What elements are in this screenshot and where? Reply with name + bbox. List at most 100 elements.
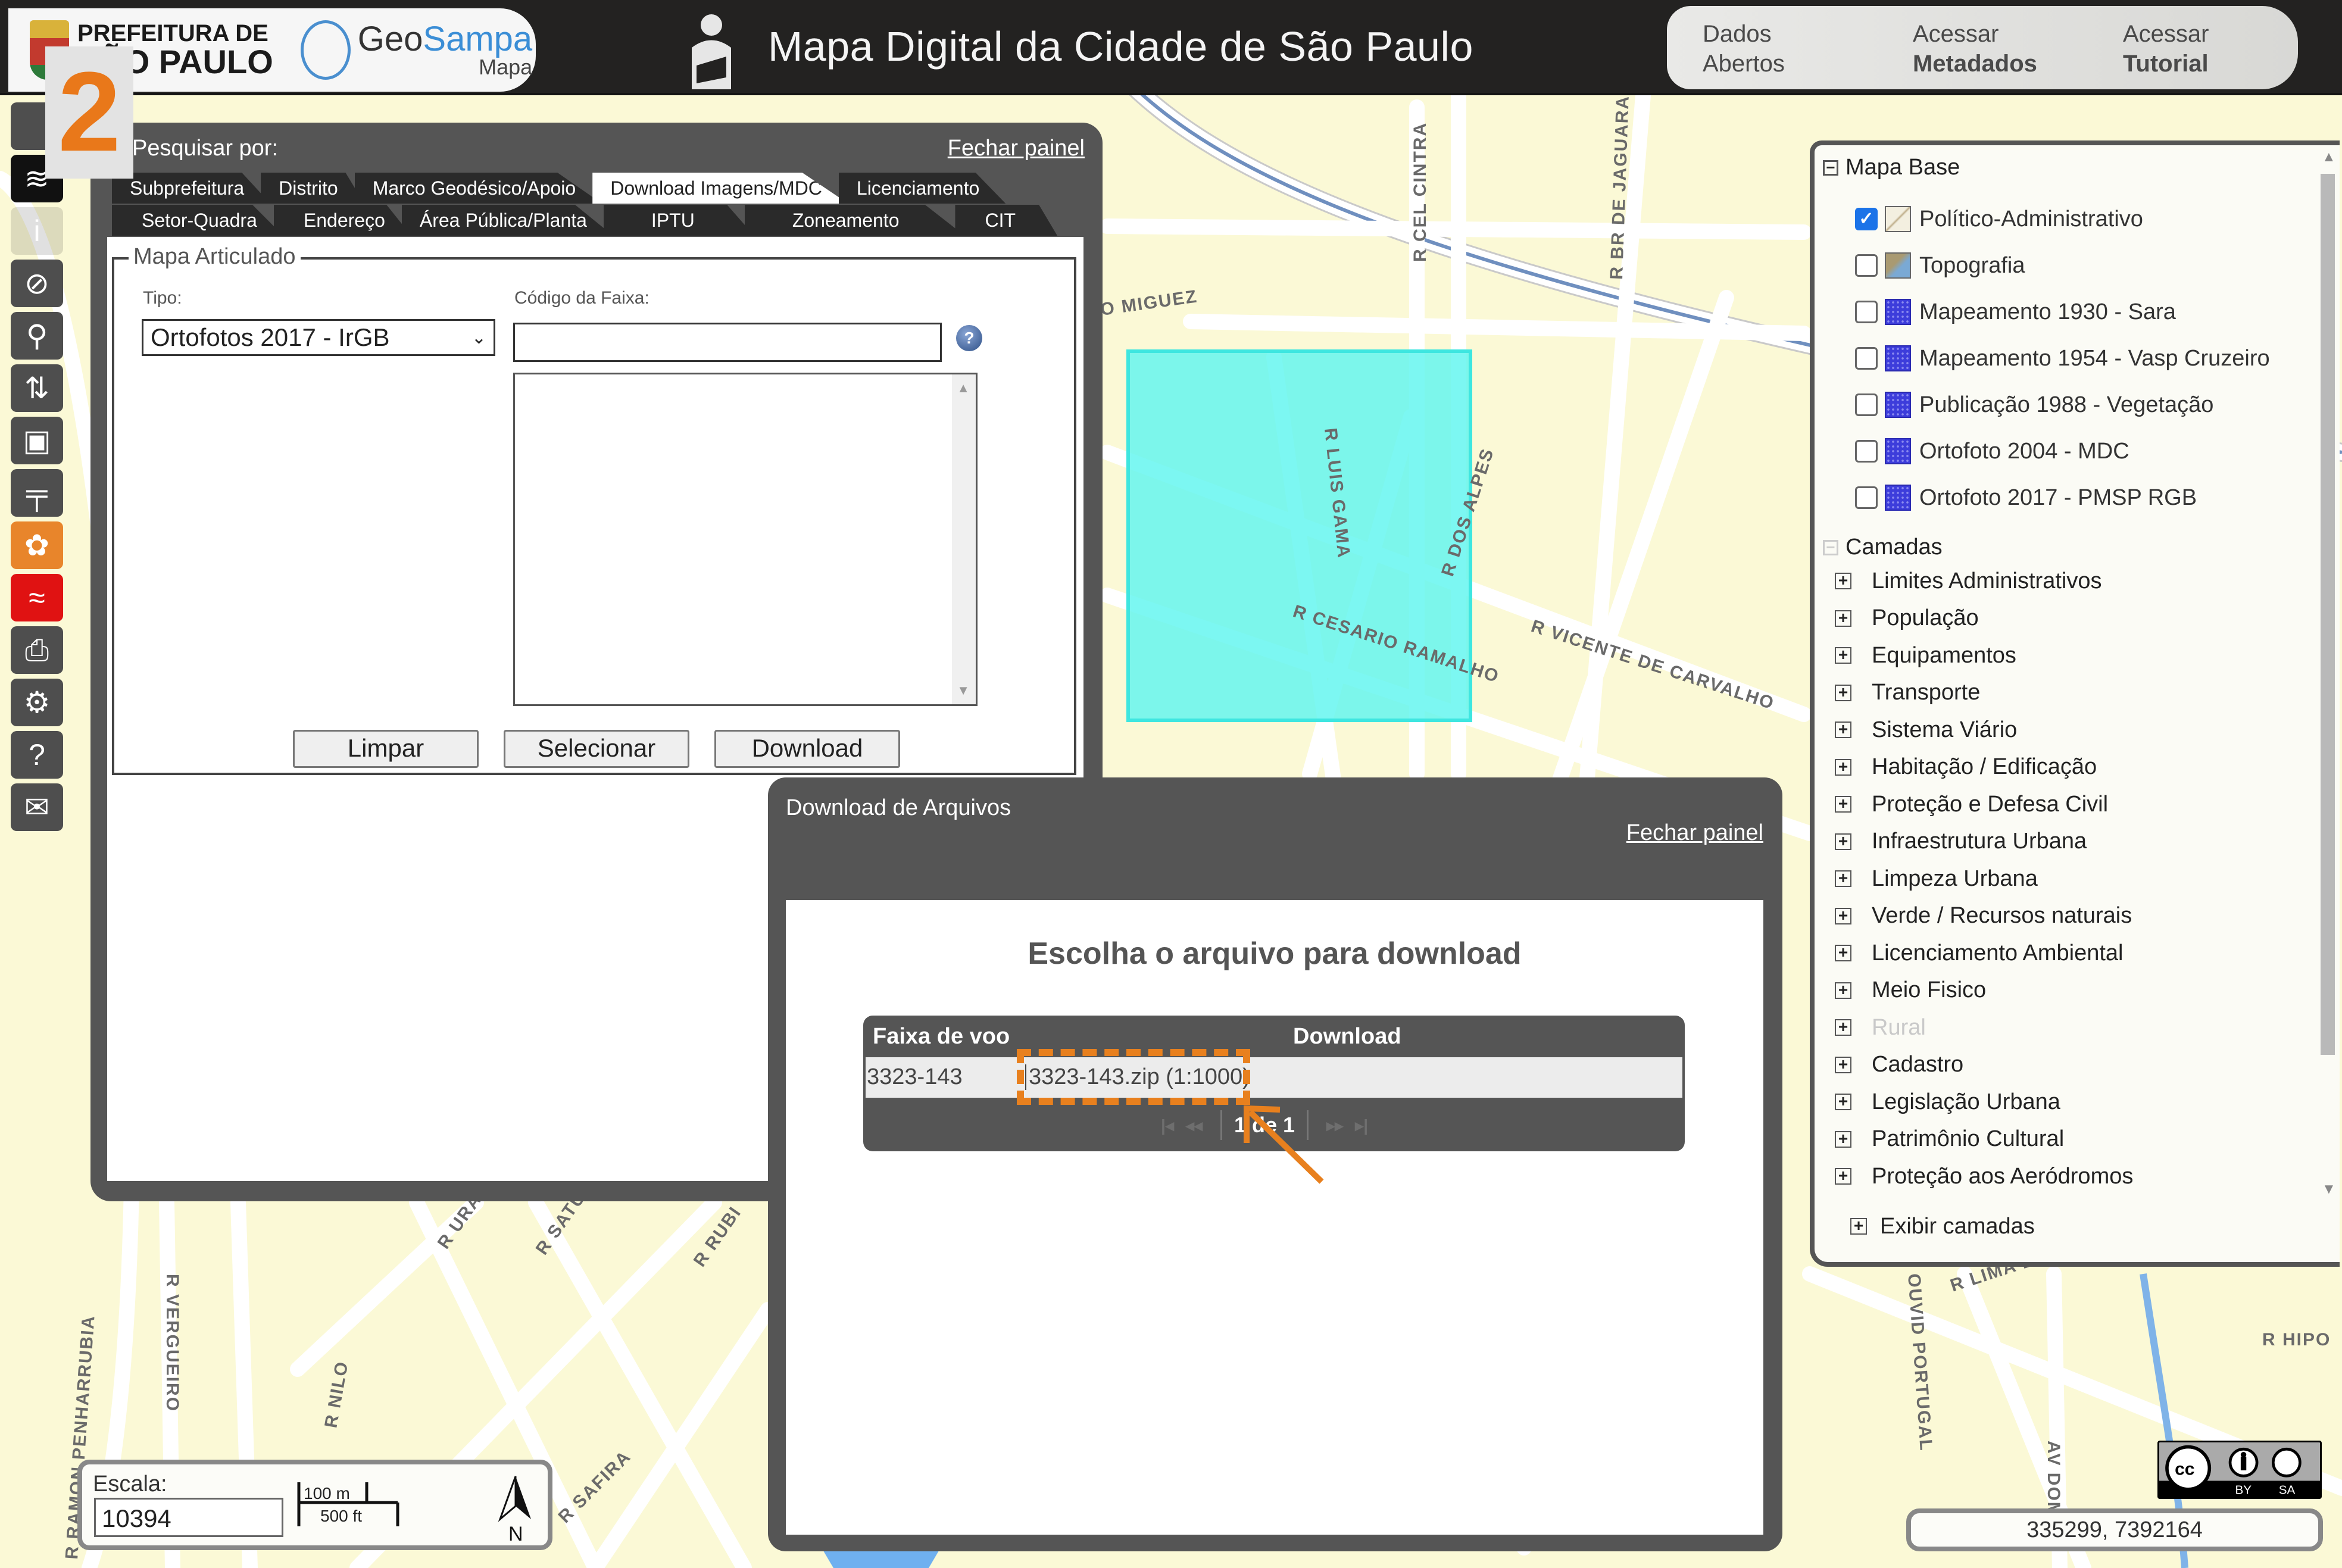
expand-icon[interactable]: + [1835, 870, 1851, 887]
tab-cit[interactable]: CIT [955, 205, 1058, 236]
search-icon[interactable]: ⚲ [11, 312, 63, 360]
layer-group-item[interactable]: + Meio Fisico [1835, 974, 1986, 1007]
prev-page-icon[interactable]: ◂◂ [1186, 1116, 1203, 1135]
layer-group-item[interactable]: + Verde / Recursos naturais [1835, 899, 2132, 933]
layer-group-item[interactable]: + Patrimônio Cultural [1835, 1123, 2064, 1156]
base-map-item[interactable]: Ortofoto 2017 - PMSP RGB [1855, 481, 2197, 514]
layer-group-item[interactable]: + Proteção aos Aeródromos [1835, 1160, 2133, 1193]
scroll-thumb[interactable] [2321, 174, 2335, 1055]
tab-licenciamento[interactable]: Licenciamento [838, 173, 1006, 204]
scale-input[interactable]: 10394 [94, 1498, 283, 1537]
link-dados-abertos[interactable]: Dados Abertos [1667, 6, 1877, 89]
creative-commons-badge[interactable]: cc BY SA [2157, 1441, 2322, 1499]
layer-group-item[interactable]: + Limpeza Urbana [1835, 862, 2038, 895]
route-icon[interactable]: ⇅ [11, 364, 63, 412]
scroll-up-icon[interactable]: ▲ [2322, 149, 2336, 165]
collapse-icon[interactable]: − [1823, 160, 1838, 176]
save-icon[interactable]: ▣ [11, 417, 63, 464]
expand-icon[interactable]: + [1835, 832, 1851, 850]
first-page-icon[interactable]: |◂ [1161, 1116, 1174, 1135]
tab-distrito[interactable]: Distrito [261, 173, 364, 204]
base-map-item[interactable]: ✓ Político-Administrativo [1855, 202, 2143, 236]
tab-zoneamento[interactable]: Zoneamento [744, 205, 965, 236]
expand-icon[interactable]: + [1835, 907, 1851, 924]
link-tutorial[interactable]: Acessar Tutorial [2087, 6, 2297, 89]
collapse-icon[interactable]: − [1823, 539, 1838, 555]
expand-icon[interactable]: + [1835, 572, 1851, 589]
tab-area-publica[interactable]: Área Pública/Planta [401, 205, 613, 236]
tab-endereco[interactable]: Endereço [273, 205, 411, 236]
layer-group-item[interactable]: + Equipamentos [1835, 639, 2016, 672]
print-icon[interactable]: ⎙ [11, 626, 63, 674]
download-button[interactable]: Download [714, 730, 900, 768]
selected-tile[interactable] [1126, 349, 1472, 722]
expand-icon[interactable]: + [1835, 795, 1851, 813]
base-map-item[interactable]: Mapeamento 1954 - Vasp Cruzeiro [1855, 342, 2270, 375]
measure-disabled-icon[interactable]: ⊘ [11, 260, 63, 307]
mail-icon[interactable]: ✉ [11, 783, 63, 831]
tab-download-imagens[interactable]: Download Imagens/MDC [592, 173, 848, 204]
expand-icon[interactable]: + [1835, 944, 1851, 961]
scroll-down-icon[interactable]: ▼ [957, 683, 970, 698]
checkbox[interactable] [1855, 301, 1878, 323]
base-map-item[interactable]: Topografia [1855, 249, 2025, 282]
layer-group-item[interactable]: + Transporte [1835, 676, 1980, 710]
layer-scrollbar[interactable]: ▲ ▼ [2316, 145, 2340, 1205]
base-map-item[interactable]: Ortofoto 2004 - MDC [1855, 435, 2129, 468]
expand-icon[interactable]: + [1835, 981, 1851, 999]
expand-icon[interactable]: + [1835, 683, 1851, 701]
help-icon[interactable]: ? [11, 731, 63, 779]
street-view-icon[interactable]: i [11, 207, 63, 255]
checkbox[interactable] [1855, 440, 1878, 463]
camadas-header[interactable]: − Camadas [1823, 535, 1943, 560]
selecionar-button[interactable]: Selecionar [504, 730, 689, 768]
checkbox[interactable] [1855, 393, 1878, 416]
expand-icon[interactable]: + [1835, 1167, 1851, 1185]
scroll-down-icon[interactable]: ▼ [2322, 1181, 2336, 1198]
tab-marco-geodesico[interactable]: Marco Geodésico/Apoio [354, 173, 602, 204]
tab-subprefeitura[interactable]: Subprefeitura [112, 173, 271, 204]
layer-group-item[interactable]: + Sistema Viário [1835, 713, 2017, 746]
layer-group-item[interactable]: + Licenciamento Ambiental [1835, 936, 2123, 970]
expand-icon[interactable]: + [1835, 609, 1851, 627]
close-search-panel-link[interactable]: Fechar painel [948, 136, 1085, 161]
layer-group-item[interactable]: + Limites Administrativos [1835, 564, 2101, 598]
layer-group-item[interactable]: + Legislação Urbana [1835, 1085, 2060, 1119]
exibir-camadas-toggle[interactable]: + Exibir camadas [1850, 1210, 2035, 1243]
expand-icon[interactable]: + [1835, 758, 1851, 776]
expand-icon[interactable]: + [1850, 1217, 1867, 1235]
close-download-panel-link[interactable]: Fechar painel [1626, 820, 1763, 846]
link-metadados[interactable]: Acessar Metadados [1877, 6, 2087, 89]
checkbox[interactable] [1855, 347, 1878, 370]
scroll-up-icon[interactable]: ▲ [957, 380, 970, 396]
checkbox-checked[interactable]: ✓ [1855, 208, 1878, 230]
tab-iptu[interactable]: IPTU [603, 205, 754, 236]
list-scrollbar[interactable] [952, 374, 976, 704]
settings-icon[interactable]: ⚙ [11, 679, 63, 726]
codigo-faixa-input[interactable] [513, 323, 942, 362]
expand-icon[interactable]: + [1835, 721, 1851, 738]
layer-group-item[interactable]: + População [1835, 602, 1979, 635]
base-map-item[interactable]: Publicação 1988 - Vegetação [1855, 388, 2213, 421]
last-page-icon[interactable]: ▸| [1355, 1116, 1368, 1135]
flood-icon[interactable]: ≈ [11, 574, 63, 621]
ruler-icon[interactable]: ╤ [11, 469, 63, 517]
expand-icon[interactable]: + [1835, 646, 1851, 664]
palette-icon[interactable]: ✿ [11, 521, 63, 569]
layer-group-item[interactable]: + Cadastro [1835, 1048, 1963, 1082]
layer-group-item[interactable]: + Rural [1835, 1011, 1926, 1044]
tab-setor-quadra[interactable]: Setor-Quadra [112, 205, 283, 236]
layer-group-item[interactable]: + Infraestrutura Urbana [1835, 825, 2087, 858]
tipo-select[interactable]: Ortofotos 2017 - IrGB ⌄ [142, 319, 495, 356]
layer-group-item[interactable]: + Habitação / Edificação [1835, 751, 2097, 784]
layer-group-item[interactable]: + Proteção e Defesa Civil [1835, 788, 2108, 821]
checkbox[interactable] [1855, 486, 1878, 509]
expand-icon[interactable]: + [1835, 1019, 1851, 1036]
help-icon[interactable]: ? [956, 325, 982, 351]
codigo-faixa-list[interactable]: ▲ ▼ [513, 373, 978, 706]
expand-icon[interactable]: + [1835, 1055, 1851, 1073]
base-map-item[interactable]: Mapeamento 1930 - Sara [1855, 295, 2176, 329]
expand-icon[interactable]: + [1835, 1093, 1851, 1110]
mapa-base-header[interactable]: − Mapa Base [1823, 155, 1960, 180]
checkbox[interactable] [1855, 254, 1878, 277]
